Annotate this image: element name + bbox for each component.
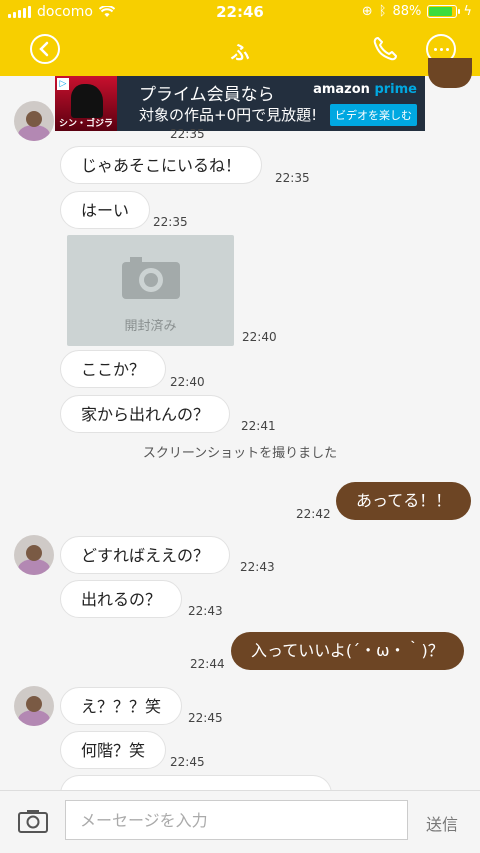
avatar[interactable] [14, 535, 54, 575]
message-time: 22:45 [188, 711, 223, 725]
ad-cta-button[interactable]: ビデオを楽しむ [330, 104, 417, 126]
outgoing-message[interactable]: 入っていいよ(´・ω・｀)？ [231, 632, 464, 670]
camera-button[interactable] [18, 809, 48, 837]
phone-icon [373, 37, 397, 61]
ad-poster-title: シン・ゴジラ [59, 119, 114, 129]
message-time: 22:42 [296, 507, 331, 521]
avatar[interactable] [14, 101, 54, 141]
more-icon [434, 48, 437, 51]
charging-icon: ϟ [463, 4, 472, 19]
message-time: 22:40 [170, 375, 205, 389]
battery-icon [427, 5, 461, 18]
ad-brand: amazon prime [313, 82, 417, 97]
incoming-message[interactable]: 何階？笑 [60, 731, 167, 769]
incoming-message[interactable]: え？？？笑 [60, 687, 183, 725]
incoming-message[interactable]: はーい [60, 191, 151, 229]
camera-icon [18, 810, 48, 833]
send-button[interactable]: 送信 [426, 811, 458, 835]
avatar[interactable] [14, 686, 54, 726]
lock-rotation-icon: ⊕ [361, 4, 373, 19]
screenshot-notice: スクリーンショットを撮りました [142, 446, 338, 461]
ad-choices-icon[interactable]: ▷ [57, 78, 69, 90]
incoming-message[interactable]: 出れるの？ [60, 580, 183, 618]
ad-brand-b: prime [374, 82, 417, 97]
more-icon-dot [446, 48, 449, 51]
composer-bar: 送信 [0, 790, 480, 853]
battery-percent: 88% [392, 4, 422, 19]
incoming-message[interactable]: 家から出れんの？ [60, 395, 231, 433]
outgoing-message[interactable]: あってる！！ [336, 482, 472, 520]
message-time: 22:35 [170, 127, 205, 141]
ad-headline: プライム会員なら [139, 85, 275, 105]
chat-title: ふ [230, 42, 250, 64]
message-time: 22:40 [242, 330, 277, 344]
message-time: 22:43 [188, 604, 223, 618]
message-time: 22:35 [275, 171, 310, 185]
outgoing-bubble-partial [428, 58, 472, 88]
message-input[interactable] [65, 800, 408, 840]
status-bar: docomo 22:46 ⊕ ᛒ 88% ϟ [0, 0, 480, 24]
monster-image [71, 84, 103, 118]
bluetooth-icon: ᛒ [378, 4, 387, 19]
ad-brand-a: amazon [313, 82, 375, 97]
message-time: 22:43 [240, 560, 275, 574]
more-icon-dot [440, 48, 443, 51]
message-time: 22:45 [170, 755, 205, 769]
ad-subline: 対象の作品+0円で見放題! [139, 106, 318, 124]
camera-icon [122, 257, 180, 299]
call-button[interactable] [370, 34, 400, 64]
message-time: 22:41 [241, 419, 276, 433]
message-time: 22:35 [153, 215, 188, 229]
incoming-message[interactable]: じゃあそこにいるね！ [60, 146, 263, 184]
ad-banner[interactable]: シン・ゴジラ ▷ プライム会員なら 対象の作品+0円で見放題! amazon p… [55, 76, 425, 131]
photo-opened-label: 開封済み [124, 319, 177, 334]
message-time: 22:44 [190, 657, 225, 671]
header-bar: docomo 22:46 ⊕ ᛒ 88% ϟ ふ [0, 0, 480, 76]
incoming-message[interactable]: ここか？ [60, 350, 167, 388]
photo-message[interactable]: 開封済み [67, 235, 234, 346]
incoming-message[interactable]: どすればええの？ [60, 536, 231, 574]
